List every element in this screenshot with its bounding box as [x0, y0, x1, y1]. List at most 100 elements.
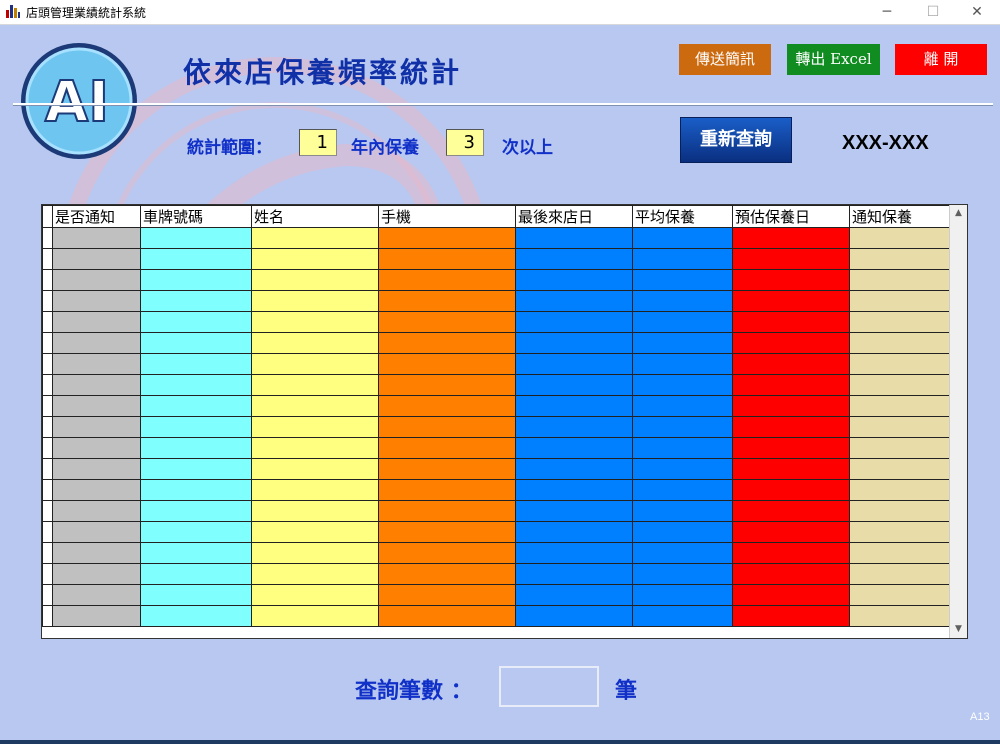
table-cell[interactable]	[140, 416, 252, 438]
row-selector[interactable]	[42, 500, 53, 522]
table-cell[interactable]	[52, 521, 141, 543]
table-cell[interactable]	[632, 395, 733, 417]
table-cell[interactable]	[140, 395, 252, 417]
table-cell[interactable]	[140, 500, 252, 522]
table-row[interactable]	[42, 584, 950, 606]
table-cell[interactable]	[378, 416, 516, 438]
table-row[interactable]	[42, 605, 950, 627]
table-cell[interactable]	[849, 584, 950, 606]
table-cell[interactable]	[849, 542, 950, 564]
table-cell[interactable]	[140, 521, 252, 543]
table-cell[interactable]	[52, 416, 141, 438]
table-cell[interactable]	[52, 374, 141, 396]
table-cell[interactable]	[140, 563, 252, 585]
table-cell[interactable]	[515, 290, 633, 312]
table-cell[interactable]	[632, 521, 733, 543]
table-cell[interactable]	[378, 374, 516, 396]
table-cell[interactable]	[378, 521, 516, 543]
table-cell[interactable]	[632, 437, 733, 459]
table-cell[interactable]	[632, 584, 733, 606]
table-cell[interactable]	[140, 605, 252, 627]
row-selector[interactable]	[42, 542, 53, 564]
result-grid[interactable]: 是否通知 車牌號碼 姓名 手機 最後來店日 平均保養 預估保養日 通知保養 ▲ …	[41, 204, 968, 639]
table-cell[interactable]	[732, 248, 850, 270]
years-input[interactable]: 1	[299, 129, 337, 156]
row-selector[interactable]	[42, 479, 53, 501]
table-row[interactable]	[42, 353, 950, 375]
send-sms-button[interactable]: 傳送簡訊	[679, 44, 771, 75]
table-cell[interactable]	[140, 458, 252, 480]
row-selector[interactable]	[42, 227, 53, 249]
column-header[interactable]: 是否通知	[52, 205, 141, 228]
table-row[interactable]	[42, 248, 950, 270]
row-selector[interactable]	[42, 605, 53, 627]
table-cell[interactable]	[632, 248, 733, 270]
table-cell[interactable]	[52, 269, 141, 291]
table-cell[interactable]	[140, 269, 252, 291]
scroll-down-icon[interactable]: ▼	[950, 621, 967, 638]
table-row[interactable]	[42, 416, 950, 438]
table-row[interactable]	[42, 311, 950, 333]
table-cell[interactable]	[515, 479, 633, 501]
table-cell[interactable]	[515, 542, 633, 564]
table-cell[interactable]	[732, 458, 850, 480]
table-row[interactable]	[42, 542, 950, 564]
table-cell[interactable]	[52, 332, 141, 354]
export-excel-button[interactable]: 轉出 Excel	[787, 44, 880, 75]
close-window-button[interactable]: ✕	[954, 0, 1000, 24]
table-cell[interactable]	[251, 353, 379, 375]
table-cell[interactable]	[515, 458, 633, 480]
row-selector[interactable]	[42, 458, 53, 480]
table-cell[interactable]	[378, 584, 516, 606]
table-cell[interactable]	[251, 395, 379, 417]
table-cell[interactable]	[378, 542, 516, 564]
column-header[interactable]: 最後來店日	[515, 205, 633, 228]
table-cell[interactable]	[515, 248, 633, 270]
requery-button[interactable]: 重新查詢	[680, 117, 792, 163]
table-cell[interactable]	[515, 584, 633, 606]
table-cell[interactable]	[52, 290, 141, 312]
table-cell[interactable]	[515, 374, 633, 396]
table-cell[interactable]	[515, 563, 633, 585]
table-cell[interactable]	[251, 332, 379, 354]
table-row[interactable]	[42, 227, 950, 249]
table-row[interactable]	[42, 458, 950, 480]
table-cell[interactable]	[140, 542, 252, 564]
table-cell[interactable]	[378, 269, 516, 291]
table-cell[interactable]	[515, 521, 633, 543]
table-cell[interactable]	[732, 584, 850, 606]
row-selector[interactable]	[42, 311, 53, 333]
table-cell[interactable]	[140, 437, 252, 459]
exit-button[interactable]: 離 開	[895, 44, 987, 75]
table-cell[interactable]	[515, 353, 633, 375]
table-cell[interactable]	[732, 500, 850, 522]
table-cell[interactable]	[52, 437, 141, 459]
table-cell[interactable]	[849, 563, 950, 585]
row-selector[interactable]	[42, 416, 53, 438]
table-cell[interactable]	[732, 521, 850, 543]
row-selector[interactable]	[42, 374, 53, 396]
table-row[interactable]	[42, 521, 950, 543]
minimize-button[interactable]: ─	[864, 0, 910, 24]
maximize-button[interactable]: ☐	[910, 0, 956, 24]
table-cell[interactable]	[632, 563, 733, 585]
table-cell[interactable]	[251, 269, 379, 291]
table-cell[interactable]	[732, 332, 850, 354]
row-selector[interactable]	[42, 248, 53, 270]
table-cell[interactable]	[515, 227, 633, 249]
row-selector[interactable]	[42, 290, 53, 312]
table-cell[interactable]	[849, 332, 950, 354]
table-cell[interactable]	[378, 605, 516, 627]
table-cell[interactable]	[732, 227, 850, 249]
row-selector[interactable]	[42, 563, 53, 585]
table-cell[interactable]	[251, 227, 379, 249]
table-cell[interactable]	[632, 332, 733, 354]
table-row[interactable]	[42, 563, 950, 585]
table-cell[interactable]	[849, 416, 950, 438]
table-cell[interactable]	[849, 311, 950, 333]
table-cell[interactable]	[52, 227, 141, 249]
table-cell[interactable]	[632, 458, 733, 480]
table-cell[interactable]	[849, 374, 950, 396]
table-cell[interactable]	[732, 479, 850, 501]
table-cell[interactable]	[515, 416, 633, 438]
